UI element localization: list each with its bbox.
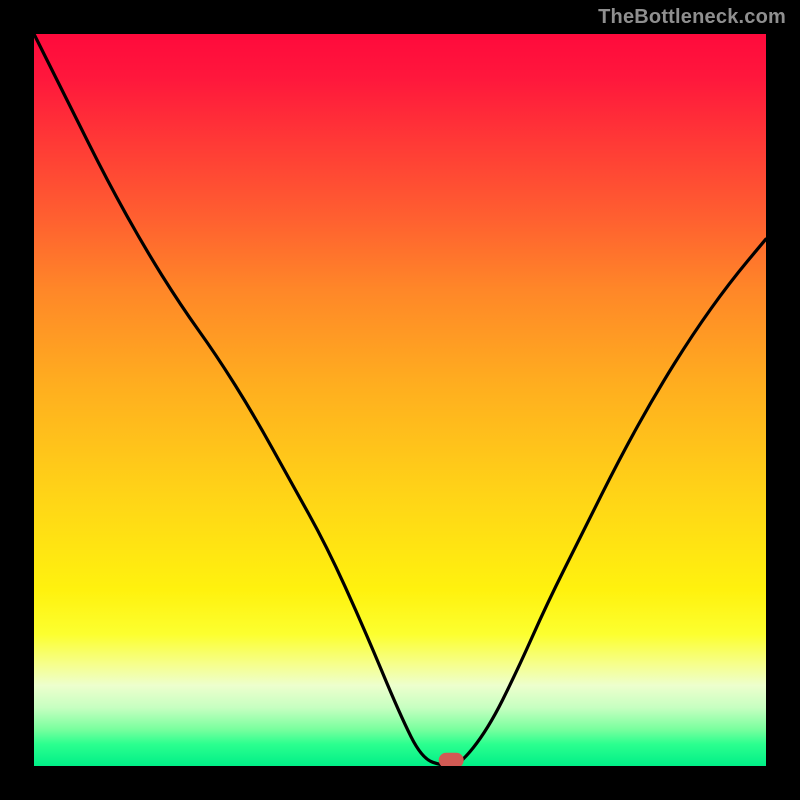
watermark-text: TheBottleneck.com — [598, 6, 786, 29]
bottleneck-curve — [34, 34, 766, 766]
chart-frame: TheBottleneck.com — [0, 0, 800, 800]
min-point-marker — [439, 753, 463, 766]
plot-area — [34, 34, 766, 766]
chart-svg — [34, 34, 766, 766]
